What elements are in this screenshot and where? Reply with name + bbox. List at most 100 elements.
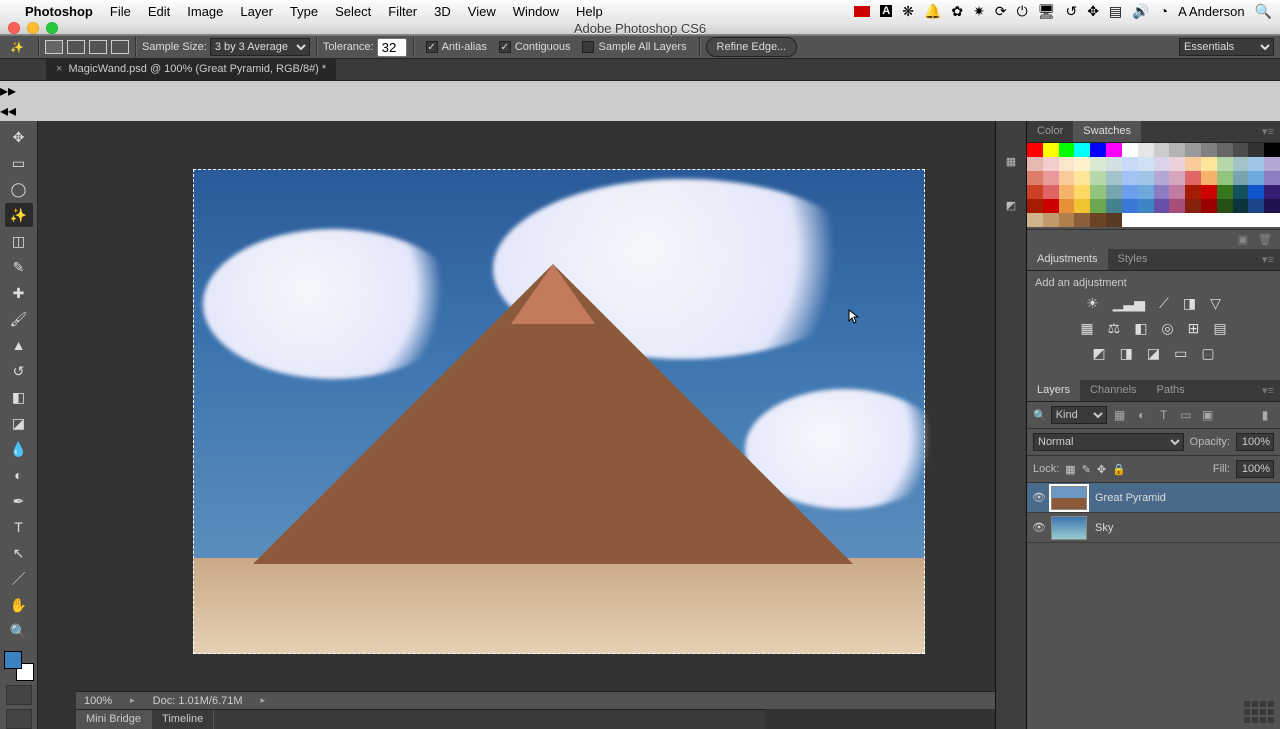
swatch[interactable] bbox=[1027, 157, 1043, 171]
tab-swatches[interactable]: Swatches bbox=[1073, 121, 1141, 142]
adobe-icon[interactable]: A bbox=[880, 5, 892, 17]
magic-wand-tool[interactable]: ✨ bbox=[5, 203, 33, 227]
swatch[interactable] bbox=[1043, 199, 1059, 213]
swatch[interactable] bbox=[1248, 213, 1264, 227]
swatch[interactable] bbox=[1090, 199, 1106, 213]
swatch[interactable] bbox=[1059, 199, 1075, 213]
menu-file[interactable]: File bbox=[102, 2, 139, 21]
swatch[interactable] bbox=[1122, 143, 1138, 157]
filter-type-icon[interactable]: T bbox=[1155, 406, 1173, 424]
path-selection-tool-icon[interactable]: ↖ bbox=[5, 541, 33, 565]
swatch[interactable] bbox=[1185, 171, 1201, 185]
swatch[interactable] bbox=[1122, 199, 1138, 213]
swatch[interactable] bbox=[1248, 185, 1264, 199]
menu-type[interactable]: Type bbox=[282, 2, 326, 21]
gear-icon[interactable]: ✿ bbox=[951, 3, 963, 20]
color-lookup-adjustment-icon[interactable]: ▤ bbox=[1213, 320, 1226, 337]
filter-toggle-icon[interactable]: ▮ bbox=[1256, 406, 1274, 424]
swatch[interactable] bbox=[1264, 199, 1280, 213]
layer-visibility-icon[interactable]: 👁 bbox=[1027, 491, 1051, 504]
swatch[interactable] bbox=[1185, 199, 1201, 213]
swatch[interactable] bbox=[1138, 171, 1154, 185]
lock-all-icon[interactable]: 🔒 bbox=[1112, 463, 1126, 476]
exposure-adjustment-icon[interactable]: ◨ bbox=[1183, 295, 1196, 312]
swatch[interactable] bbox=[1138, 185, 1154, 199]
tab-paths[interactable]: Paths bbox=[1147, 380, 1195, 401]
swatch[interactable] bbox=[1233, 157, 1249, 171]
expand-panels-left-icon[interactable]: ▸▸ bbox=[0, 81, 1280, 101]
eyedropper-tool-icon[interactable]: ✎ bbox=[5, 255, 33, 279]
brush-tool-icon[interactable]: 🖌 bbox=[5, 307, 33, 331]
curves-adjustment-icon[interactable]: ⟋ bbox=[1159, 295, 1169, 312]
swatch[interactable] bbox=[1106, 157, 1122, 171]
doc-info[interactable]: Doc: 1.01M/6.71M bbox=[153, 695, 243, 707]
history-panel-icon[interactable]: ▦ bbox=[1001, 151, 1021, 171]
filter-smart-icon[interactable]: ▣ bbox=[1199, 406, 1217, 424]
threshold-adjustment-icon[interactable]: ◪ bbox=[1147, 345, 1160, 362]
gradient-map-adjustment-icon[interactable]: ▭ bbox=[1174, 345, 1187, 362]
lasso-tool-icon[interactable]: ◯ bbox=[5, 177, 33, 201]
swatch[interactable] bbox=[1264, 171, 1280, 185]
document-canvas[interactable] bbox=[193, 169, 925, 654]
panel-menu-icon[interactable]: ▾≡ bbox=[1256, 380, 1280, 401]
swatch[interactable] bbox=[1074, 157, 1090, 171]
hue-adjustment-icon[interactable]: ▦ bbox=[1080, 320, 1093, 337]
hand-tool-icon[interactable]: ✋ bbox=[5, 593, 33, 617]
swatch[interactable] bbox=[1074, 185, 1090, 199]
zoom-tool-icon[interactable]: 🔍 bbox=[5, 619, 33, 643]
line-tool-icon[interactable]: ／ bbox=[5, 567, 33, 591]
swatch[interactable] bbox=[1169, 157, 1185, 171]
swatch[interactable] bbox=[1122, 157, 1138, 171]
swatch[interactable] bbox=[1043, 185, 1059, 199]
menu-layer[interactable]: Layer bbox=[232, 2, 281, 21]
swatch[interactable] bbox=[1264, 143, 1280, 157]
menu-edit[interactable]: Edit bbox=[140, 2, 178, 21]
layer-visibility-icon[interactable]: 👁 bbox=[1027, 521, 1051, 534]
swatch[interactable] bbox=[1043, 143, 1059, 157]
flag-icon[interactable] bbox=[854, 6, 870, 17]
marquee-tool-icon[interactable]: ▭ bbox=[5, 151, 33, 175]
new-swatch-icon[interactable]: ▣ bbox=[1238, 233, 1248, 246]
swatch[interactable] bbox=[1043, 171, 1059, 185]
workspace-select[interactable]: Essentials bbox=[1179, 38, 1274, 56]
layer-name[interactable]: Great Pyramid bbox=[1095, 492, 1166, 504]
swatch[interactable] bbox=[1106, 185, 1122, 199]
swatch[interactable] bbox=[1201, 213, 1217, 227]
dodge-tool-icon[interactable]: ◐ bbox=[5, 463, 33, 487]
swatch[interactable] bbox=[1217, 143, 1233, 157]
menu-3d[interactable]: 3D bbox=[426, 2, 459, 21]
brightness-adjustment-icon[interactable]: ☀ bbox=[1086, 295, 1099, 312]
tab-close-icon[interactable]: × bbox=[56, 63, 62, 75]
swatch[interactable] bbox=[1154, 157, 1170, 171]
swatch[interactable] bbox=[1185, 213, 1201, 227]
swatch[interactable] bbox=[1090, 143, 1106, 157]
swatch[interactable] bbox=[1106, 143, 1122, 157]
swatches-grid[interactable] bbox=[1027, 143, 1280, 229]
layer-filter-kind[interactable]: Kind bbox=[1051, 406, 1107, 424]
vibrance-adjustment-icon[interactable]: ▽ bbox=[1210, 295, 1221, 312]
selection-intersect-icon[interactable] bbox=[111, 40, 129, 54]
swatch[interactable] bbox=[1154, 143, 1170, 157]
swatch[interactable] bbox=[1122, 171, 1138, 185]
swatch[interactable] bbox=[1154, 199, 1170, 213]
extra-icon[interactable]: ✷ bbox=[973, 3, 985, 20]
swatch[interactable] bbox=[1169, 143, 1185, 157]
swatch[interactable] bbox=[1233, 143, 1249, 157]
fill-input[interactable] bbox=[1236, 460, 1274, 478]
healing-brush-tool-icon[interactable]: ✚ bbox=[5, 281, 33, 305]
swatch[interactable] bbox=[1233, 185, 1249, 199]
canvas-area[interactable]: 100% ▸ Doc: 1.01M/6.71M ▸ Mini Bridge Ti… bbox=[38, 121, 1026, 729]
swatch[interactable] bbox=[1090, 157, 1106, 171]
swatch[interactable] bbox=[1233, 171, 1249, 185]
display-icon[interactable]: 🖥 bbox=[1038, 3, 1056, 20]
power-icon[interactable]: ⏻ bbox=[1017, 3, 1028, 20]
clone-stamp-tool-icon[interactable]: ▲ bbox=[5, 333, 33, 357]
pen-tool-icon[interactable]: ✒ bbox=[5, 489, 33, 513]
invert-adjustment-icon[interactable]: ◩ bbox=[1092, 345, 1105, 362]
swatch[interactable] bbox=[1217, 171, 1233, 185]
swatch[interactable] bbox=[1122, 213, 1138, 227]
posterize-adjustment-icon[interactable]: ◨ bbox=[1120, 345, 1133, 362]
swatch[interactable] bbox=[1233, 213, 1249, 227]
tab-layers[interactable]: Layers bbox=[1027, 380, 1080, 401]
swatch[interactable] bbox=[1059, 213, 1075, 227]
